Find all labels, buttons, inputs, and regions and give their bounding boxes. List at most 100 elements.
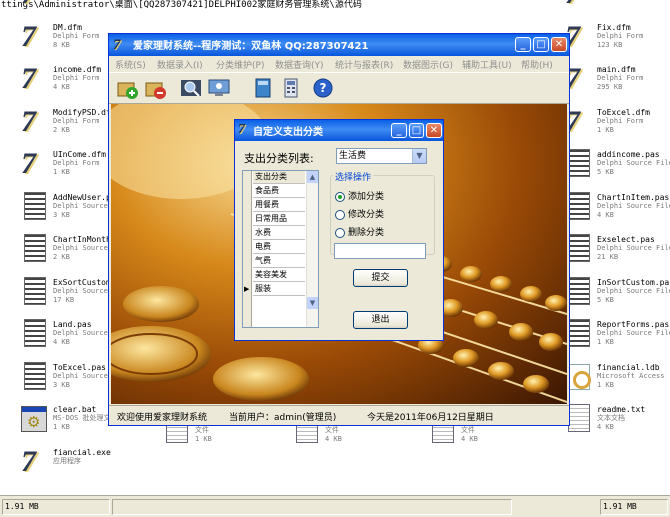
status-date: 今天是2011年06月12日星期日 (367, 413, 494, 423)
desktop-file-item[interactable]: 7 Fix.dfm Delphi Form 123 KB (562, 19, 670, 57)
text-file-icon (568, 404, 590, 432)
delphi-7-icon: 7 (21, 62, 36, 95)
dialog-minimize-button[interactable]: _ (391, 123, 407, 138)
file-type: Delphi Source File (597, 329, 670, 337)
desktop-file-item[interactable]: 7 main.dfm Delphi Form 295 KB (562, 61, 670, 99)
menu-bar: 系统(S) 数据录入(I) 分类维护(P) 数据查询(Y) 统计与报表(R) 数… (109, 56, 569, 72)
file-size: 295 KB (597, 83, 623, 91)
maximize-button[interactable]: □ (533, 37, 549, 52)
menu-help[interactable]: 帮助(H) (521, 58, 553, 71)
menu-data-entry[interactable]: 数据录入(I) (157, 58, 203, 71)
file-type: 文件 (195, 426, 209, 434)
file-type: Delphi Form (597, 74, 644, 82)
custom-expense-category-dialog: 7 自定义支出分类 _ □ ✕ 支出分类列表: 生活费 ▼ 支出分类 食品费 用餐… (234, 119, 444, 341)
file-name: Exselect.pas (597, 235, 655, 244)
grid-row[interactable]: 食品费 (253, 185, 305, 198)
file-type: Delphi Source File (597, 159, 670, 167)
category-list-label: 支出分类列表: (244, 152, 314, 165)
radio-dot (335, 191, 345, 202)
desktop-file-item[interactable]: 7 ToExcel.dfm Delphi Form 1 KB (562, 104, 670, 142)
current-row-pointer-icon: ▶ (244, 285, 250, 293)
scroll-down-icon[interactable]: ▼ (307, 297, 318, 309)
chevron-down-icon[interactable]: ▼ (412, 149, 426, 163)
file-name: Fix.dfm (597, 22, 631, 32)
submit-button[interactable]: 提交 (353, 269, 408, 287)
desktop-file-item[interactable]: InSortCustom.pas Delphi Source File 5 KB (562, 274, 670, 312)
pas-file-icon (24, 191, 46, 220)
monitor-search-icon[interactable] (207, 77, 231, 99)
file-name: main.dfm (597, 65, 636, 74)
file-size: 5 KB (597, 295, 614, 304)
menu-reports[interactable]: 统计与报表(R) (335, 58, 393, 71)
desktop-file-item[interactable]: ReportForms.pas Delphi Source File 1 KB (562, 316, 670, 354)
radio-label-modify: 修改分类 (348, 210, 385, 220)
add-income-icon[interactable] (115, 77, 139, 99)
category-name-input[interactable] (334, 243, 426, 259)
file-size: 1 KB (597, 125, 614, 134)
menu-charts[interactable]: 数据图示(G) (403, 58, 453, 71)
file-type: Microsoft Access (597, 371, 665, 380)
desktop-file-item[interactable]: 7 fiancial.exe 应用程序 (18, 444, 136, 482)
dialog-maximize-button[interactable]: □ (409, 123, 424, 138)
desktop-file-item[interactable]: readme.txt 文本文档 4 KB (562, 401, 670, 439)
add-expense-icon[interactable] (143, 77, 167, 99)
close-button[interactable]: ✕ (551, 37, 567, 52)
file-name: InSortCustom.pas (597, 277, 670, 287)
file-size: 123 KB (597, 40, 623, 49)
dialog-close-button[interactable]: ✕ (426, 123, 442, 138)
radio-label-delete: 删除分类 (348, 228, 385, 238)
file-type: Delphi Source File (597, 201, 670, 210)
help-icon[interactable]: ? (311, 77, 335, 99)
grid-row[interactable]: 用餐费 (253, 199, 305, 212)
menu-tools[interactable]: 辅助工具(U) (462, 58, 512, 71)
category-select[interactable]: 生活费 ▼ (336, 148, 427, 164)
radio-modify-category[interactable]: 修改分类 (335, 207, 385, 220)
grid-row[interactable]: 气费 (253, 255, 305, 268)
category-select-value: 生活费 (339, 151, 367, 161)
grid-row[interactable]: 美容美发 (253, 269, 305, 282)
menu-query[interactable]: 数据查询(Y) (275, 58, 324, 71)
pas-file-icon (568, 319, 590, 347)
main-status-bar: 欢迎使用爱家理财系统 当前用户：admin(管理员) 今天是2011年06月12… (109, 405, 569, 425)
category-grid[interactable]: 支出分类 食品费 用餐费 日常用品 水费 电费 气费 美容美发 服装 ▶ ▲ ▼ (242, 170, 319, 328)
calculator-icon[interactable] (279, 77, 303, 99)
scroll-up-icon[interactable]: ▲ (307, 171, 318, 183)
file-name: readme.txt (597, 405, 646, 414)
desktop-file-item[interactable]: Exselect.pas Delphi Source File 21 KB (562, 231, 670, 269)
file-type: Delphi Form (597, 116, 644, 125)
pas-file-icon (24, 361, 46, 390)
svg-text:?: ? (320, 81, 327, 95)
pas-file-icon (568, 191, 590, 220)
grid-row[interactable]: 日常用品 (253, 213, 305, 226)
menu-category[interactable]: 分类维护(P) (216, 58, 264, 71)
desktop-file-item[interactable]: 75 KB (562, 0, 670, 14)
operation-group-title: 选择操作 (333, 170, 374, 183)
grid-scrollbar[interactable]: ▲ ▼ (306, 171, 318, 327)
file-name: ReportForms.pas (597, 320, 670, 329)
radio-delete-category[interactable]: 删除分类 (335, 225, 385, 238)
main-title-bar[interactable]: 7 爱家理财系统--程序测试：双鱼林 QQ:287307421 _ □ ✕ (109, 34, 569, 56)
file-name: DM.dfm (53, 22, 82, 32)
radio-dot (335, 209, 345, 220)
pas-file-icon (568, 234, 590, 262)
menu-system[interactable]: 系统(S) (115, 58, 146, 71)
dialog-title-bar[interactable]: 7 自定义支出分类 _ □ ✕ (235, 120, 443, 141)
exit-button[interactable]: 退出 (353, 311, 408, 329)
file-name: addincome.pas (597, 150, 660, 159)
file-size: 21 KB (597, 253, 619, 261)
book-icon[interactable] (251, 77, 275, 99)
radio-add-category[interactable]: 添加分类 (335, 189, 385, 202)
radio-label-add: 添加分类 (348, 192, 385, 202)
desktop-file-item[interactable]: addincome.pas Delphi Source File 5 KB (562, 146, 670, 184)
search-icon[interactable] (179, 77, 203, 99)
file-type: 文件 (461, 426, 475, 434)
desktop-file-item[interactable]: 73 KB (18, 0, 136, 14)
minimize-button[interactable]: _ (515, 37, 531, 52)
desktop-file-item[interactable]: financial.ldb Microsoft Access 1 KB (562, 359, 670, 397)
row-indicator-column (243, 171, 252, 327)
file-type: Delphi Source File (597, 286, 670, 295)
desktop-file-item[interactable]: ChartInItem.pas Delphi Source File 4 KB (562, 189, 670, 227)
grid-row[interactable]: 水费 (253, 227, 305, 240)
grid-row[interactable]: 服装 (253, 283, 305, 296)
grid-row[interactable]: 电费 (253, 241, 305, 254)
